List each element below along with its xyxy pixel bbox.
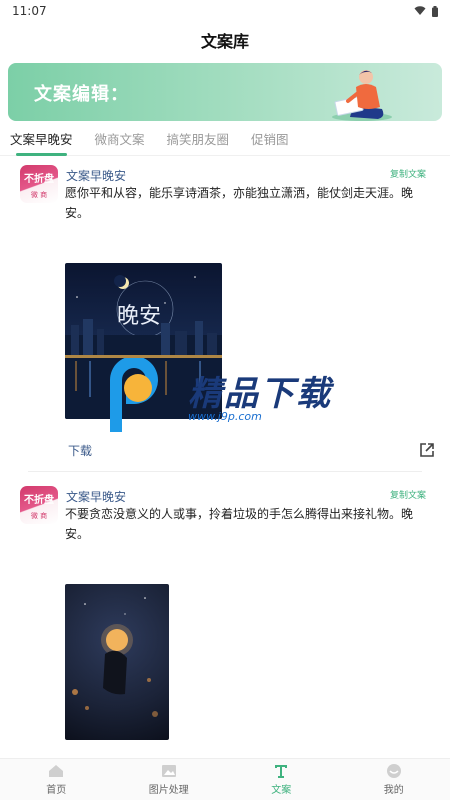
hand-holding-light-image <box>72 597 158 717</box>
avatar-brand-text: 不折盘 <box>24 495 54 506</box>
nav-home-label: 首页 <box>46 785 67 796</box>
avatar-sub-text: 微 商 <box>30 191 48 199</box>
nav-profile[interactable]: 我的 <box>338 759 450 800</box>
profile-icon <box>386 764 401 778</box>
banner[interactable]: 文案编辑： <box>8 63 442 121</box>
bottom-nav: 首页 图片处理 文案 我的 <box>0 758 450 800</box>
post-text: 愿你平和从容，能乐享诗酒茶，亦能独立潇洒，能仗剑走天涯。晚安。 <box>65 186 414 220</box>
person-laptop-illustration <box>332 70 392 121</box>
post-author[interactable]: 文案早晚安 <box>66 165 126 184</box>
copy-text-button[interactable]: 复制文案 <box>390 167 426 180</box>
tab-weishang-wenan[interactable]: 微商文案 <box>95 125 145 156</box>
tab-cuxiao-tu[interactable]: 促销图 <box>251 125 289 156</box>
nav-wenan-label: 文案 <box>271 785 292 796</box>
post-feed[interactable]: 不折盘 微 商 文案早晚安 复制文案 愿你平和从容，能乐享诗酒茶，亦能独立潇洒，… <box>0 157 450 757</box>
avatar[interactable]: 不折盘 微 商 <box>20 486 58 524</box>
status-icons <box>414 5 438 17</box>
post-card: 不折盘 微 商 文案早晚安 复制文案 愿你平和从容，能乐享诗酒茶，亦能独立潇洒，… <box>0 157 450 472</box>
home-icon <box>49 765 64 777</box>
nav-home[interactable]: 首页 <box>0 759 113 800</box>
wifi-icon <box>414 6 426 15</box>
avatar-sub-text: 微 商 <box>30 512 48 520</box>
post-image[interactable] <box>65 584 169 740</box>
post-card: 不折盘 微 商 文案早晚安 复制文案 不要贪恋没意义的人或事，拎着垃圾的手怎么腾… <box>0 472 450 740</box>
nav-image-processing[interactable]: 图片处理 <box>113 759 226 800</box>
status-bar: 11:07 <box>0 0 450 22</box>
copy-text-button[interactable]: 复制文案 <box>390 488 426 501</box>
tab-gaoxiao-pengyouquan[interactable]: 搞笑朋友圈 <box>167 125 230 156</box>
page-title: 文案库 <box>200 32 249 51</box>
avatar[interactable]: 不折盘 微 商 <box>20 165 58 203</box>
tab-wenan-zaowanan[interactable]: 文案早晚安 <box>10 125 73 156</box>
category-tabs: 文案早晚安 微商文案 搞笑朋友圈 促销图 <box>0 126 450 156</box>
nav-image-processing-label: 图片处理 <box>148 785 189 796</box>
share-icon[interactable] <box>418 441 436 459</box>
post-footer: 下载 <box>68 439 436 461</box>
night-city-image: 晚安 <box>65 275 222 419</box>
image-caption: 晚安 <box>117 304 161 329</box>
post-text: 不要贪恋没意义的人或事，拎着垃圾的手怎么腾得出来接礼物。晚安。 <box>65 507 414 541</box>
image-icon <box>161 765 176 777</box>
text-icon <box>275 765 288 778</box>
nav-wenan[interactable]: 文案 <box>225 759 338 800</box>
banner-text: 文案编辑： <box>34 84 129 105</box>
status-time: 11:07 <box>12 4 47 18</box>
download-button[interactable]: 下载 <box>68 442 92 459</box>
battery-icon <box>432 5 438 17</box>
avatar-brand-text: 不折盘 <box>24 174 54 185</box>
post-author[interactable]: 文案早晚安 <box>66 486 126 505</box>
nav-profile-label: 我的 <box>383 785 404 796</box>
post-image[interactable]: 晚安 <box>65 263 222 419</box>
